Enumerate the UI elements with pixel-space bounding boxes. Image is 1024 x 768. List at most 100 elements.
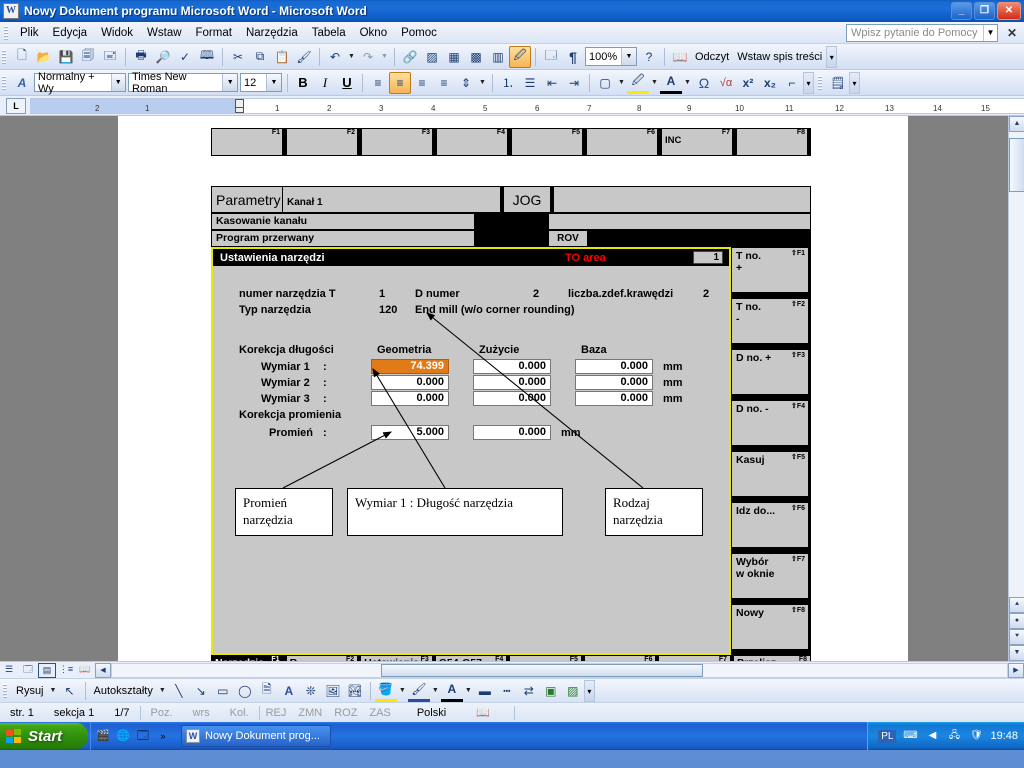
paste-icon[interactable]: 📋 xyxy=(271,46,293,68)
cnc-wear-field-1[interactable]: 0.000 xyxy=(473,359,551,374)
menu-edycja[interactable]: Edycja xyxy=(46,25,95,41)
cnc-base-field-2[interactable]: 0.000 xyxy=(575,375,653,390)
toolbar-overflow-button[interactable]: ▾ xyxy=(826,45,838,68)
cnc-geometry-field-3[interactable]: 0.000 xyxy=(371,391,449,406)
dash-style-icon[interactable]: ┅ xyxy=(496,680,518,702)
draw-menu-button[interactable]: Rysuj xyxy=(12,685,48,697)
cnc-base-field-3[interactable]: 0.000 xyxy=(575,391,653,406)
status-ext[interactable]: ROZ xyxy=(328,707,363,719)
undo-dropdown-icon[interactable]: ▼ xyxy=(346,53,357,60)
menu-narzedzia[interactable]: Narzędzia xyxy=(239,25,305,41)
toolbar-grip-drawing[interactable] xyxy=(3,683,7,698)
increase-indent-icon[interactable]: ⇥ xyxy=(563,72,585,94)
scroll-down-button[interactable]: ▼ xyxy=(1009,645,1024,661)
bulleted-list-icon[interactable]: ☰ xyxy=(519,72,541,94)
close-button[interactable]: ✕ xyxy=(997,2,1021,20)
antivirus-icon[interactable]: 🛡 xyxy=(968,728,984,744)
start-button[interactable]: Start xyxy=(0,723,88,749)
menu-tabela[interactable]: Tabela xyxy=(305,25,353,41)
open-icon[interactable]: 📂 xyxy=(33,46,55,68)
cnc-top-fkey[interactable]: F5 xyxy=(511,128,584,156)
wordart-icon[interactable]: A xyxy=(278,680,300,702)
save-icon[interactable]: 💾 xyxy=(55,46,77,68)
3d-style-icon[interactable]: ▨ xyxy=(562,680,584,702)
keyboard-icon[interactable]: ⌨ xyxy=(902,728,918,744)
font-color-icon[interactable]: A xyxy=(440,680,463,702)
cnc-geometry-field-2[interactable]: 0.000 xyxy=(371,375,449,390)
left-indent-marker[interactable] xyxy=(235,106,244,113)
diagram-icon[interactable]: ❊ xyxy=(300,680,322,702)
reading-layout-icon[interactable]: 📖 xyxy=(669,46,691,68)
symbol-icon[interactable]: Ω xyxy=(693,72,715,94)
italic-button[interactable]: I xyxy=(314,72,336,94)
shadow-style-icon[interactable]: ▣ xyxy=(540,680,562,702)
cnc-top-fkey[interactable]: F4 xyxy=(436,128,509,156)
cnc-vkey-t-no-minus[interactable]: ⇧F2 T no. - xyxy=(731,298,809,344)
rectangle-icon[interactable]: ▭ xyxy=(212,680,234,702)
drawing-toolbar-icon[interactable]: 🖉 xyxy=(509,45,531,68)
decrease-indent-icon[interactable]: ⇤ xyxy=(541,72,563,94)
toc-label[interactable]: Wstaw spis treści xyxy=(733,51,826,63)
cnc-vkey-d-no-minus[interactable]: ⇧F4 D no. - xyxy=(731,400,809,446)
text-box-icon[interactable]: 🗎 xyxy=(256,680,278,702)
status-rec[interactable]: REJ xyxy=(260,707,293,719)
cnc-vkey-t-no-plus[interactable]: ⇧F1 T no. + xyxy=(731,247,809,293)
cnc-geometry-field-1[interactable]: 74.399 xyxy=(371,359,449,374)
font-color-dropdown-icon[interactable]: ▼ xyxy=(682,79,693,86)
chevron-left-icon[interactable]: ◀ xyxy=(924,728,940,744)
email-icon[interactable]: 🖃 xyxy=(99,46,121,68)
cnc-top-fkey-inc[interactable]: INC F7 xyxy=(661,128,734,156)
line-icon[interactable]: ╲ xyxy=(168,680,190,702)
undo-icon[interactable]: ↶ xyxy=(324,46,346,68)
field-icon[interactable]: ⌐ xyxy=(781,72,803,94)
cnc-top-fkey[interactable]: F1 xyxy=(211,128,284,156)
line-style-icon[interactable]: ▬ xyxy=(474,680,496,702)
status-language[interactable]: Polski xyxy=(397,707,456,719)
line-color-dropdown-icon[interactable]: ▼ xyxy=(430,687,441,694)
cnc-bkey-f6[interactable]: F6 xyxy=(583,655,657,661)
equation-icon[interactable]: √α xyxy=(715,72,737,94)
underline-button[interactable]: U xyxy=(336,72,358,94)
cnc-top-fkey[interactable]: F3 xyxy=(361,128,434,156)
spellcheck-icon[interactable]: ✓ xyxy=(174,46,196,68)
borders-dropdown-icon[interactable]: ▼ xyxy=(616,79,627,86)
status-ovr[interactable]: ZAS xyxy=(363,707,396,719)
media-player-icon[interactable]: 🎬 xyxy=(95,728,111,744)
menu-grip[interactable] xyxy=(4,25,8,40)
autoshapes-menu-button[interactable]: Autokształty xyxy=(90,685,157,697)
menu-format[interactable]: Format xyxy=(189,25,239,41)
cnc-bkey-narzedzia-ustawienia[interactable]: F1 Narzędzia ustawienia xyxy=(211,655,284,661)
font-combo[interactable]: Times New Roman ▼ xyxy=(128,71,238,95)
tables-borders-icon[interactable]: ▨ xyxy=(421,46,443,68)
styles-pane-icon[interactable]: 🗒 xyxy=(827,72,849,94)
align-justify-icon[interactable]: ≡ xyxy=(433,72,455,94)
highlight-dropdown-icon[interactable]: ▼ xyxy=(649,79,660,86)
cnc-vkey-idz-do[interactable]: ⇧F6 Idz do... xyxy=(731,502,809,548)
zoom-combo[interactable]: 100% ▼ xyxy=(585,47,637,66)
document-map-icon[interactable]: 🗔 xyxy=(540,46,562,68)
reading-layout-view-button[interactable]: 📖 xyxy=(76,663,94,678)
hyperlink-icon[interactable]: 🔗 xyxy=(399,46,421,68)
show-formatting-icon[interactable]: ¶ xyxy=(562,46,584,68)
subscript-icon[interactable]: x₂ xyxy=(759,72,781,94)
menu-widok[interactable]: Widok xyxy=(94,25,140,41)
cnc-bkey-f7[interactable]: F7 xyxy=(658,655,732,661)
align-right-icon[interactable]: ≡ xyxy=(411,72,433,94)
taskbar-button-word[interactable]: W Nowy Dokument prog... xyxy=(181,725,331,747)
clip-art-icon[interactable]: 🖼 xyxy=(322,680,344,702)
toolbar-grip-standard[interactable] xyxy=(2,49,6,64)
language-indicator[interactable]: PL xyxy=(878,729,897,743)
close-taskpane-icon[interactable]: ✕ xyxy=(1007,26,1017,40)
browse-next-button[interactable]: ⯆ xyxy=(1009,629,1024,645)
cnc-wear-field-2[interactable]: 0.000 xyxy=(473,375,551,390)
scrollbar-thumb[interactable] xyxy=(1009,138,1024,192)
insert-table-icon[interactable]: ▦ xyxy=(443,46,465,68)
autoshapes-dropdown-icon[interactable]: ▼ xyxy=(157,687,168,694)
bold-button[interactable]: B xyxy=(292,72,314,94)
align-left-icon[interactable]: ≡ xyxy=(367,72,389,94)
redo-dropdown-icon[interactable]: ▼ xyxy=(379,53,390,60)
chevron-down-icon[interactable]: ▼ xyxy=(621,48,636,65)
cnc-vkey-nowy[interactable]: ⇧F8 Nowy xyxy=(731,604,809,650)
clock[interactable]: 19:48 xyxy=(990,730,1018,742)
toolbar-overflow-button-extra[interactable]: ▾ xyxy=(849,71,860,94)
